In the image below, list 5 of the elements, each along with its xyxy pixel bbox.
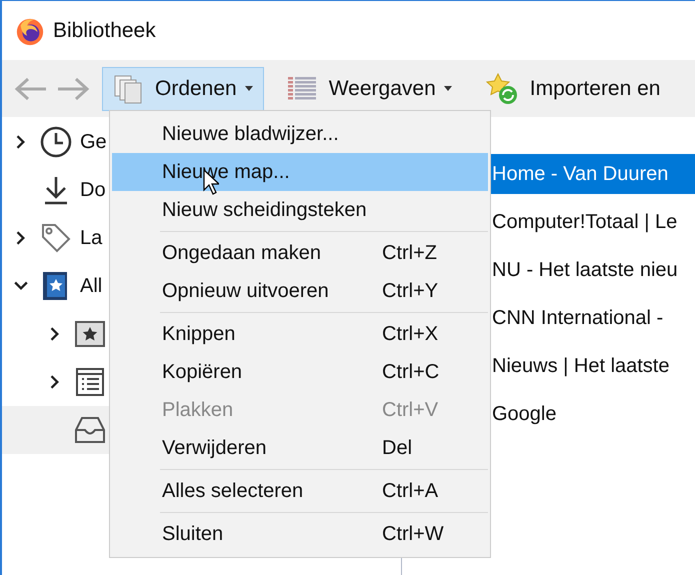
tree-item-label: La xyxy=(80,226,102,250)
tree-item-label: Ge xyxy=(80,130,107,154)
window-title: Bibliotheek xyxy=(53,18,156,42)
tree-item-label: Do xyxy=(80,178,106,202)
tree-item-label: All xyxy=(80,274,102,298)
